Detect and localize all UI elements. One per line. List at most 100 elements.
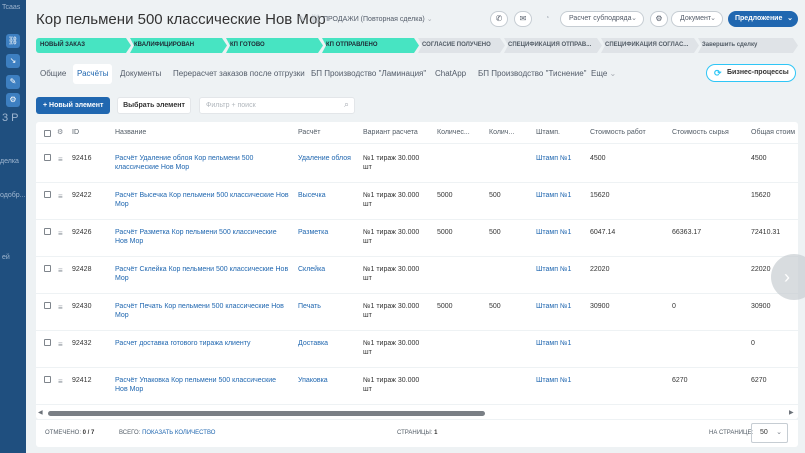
- template-select[interactable]: Расчет субподряда ⌄: [560, 11, 644, 27]
- cell-calc[interactable]: Доставка: [298, 339, 356, 348]
- row-actions-icon[interactable]: ≡: [58, 156, 65, 164]
- cell-name[interactable]: Расчёт Высечка Кор пельмени 500 классиче…: [115, 191, 290, 209]
- cell-stamp[interactable]: Штамп №1: [536, 154, 571, 163]
- row-actions-icon[interactable]: ≡: [58, 193, 65, 201]
- filter-search-input[interactable]: [206, 100, 332, 111]
- cell-stamp[interactable]: Штамп №1: [536, 339, 571, 348]
- cell-name[interactable]: Расчёт Упаковка Кор пельмени 500 классич…: [115, 376, 290, 394]
- row-checkbox[interactable]: [44, 265, 51, 272]
- stage-spec-sent[interactable]: СПЕЦИФИКАЦИЯ ОТПРАВ...: [504, 38, 602, 53]
- column-header-total-cost[interactable]: Общая стоим: [751, 122, 798, 144]
- cell-calc[interactable]: Печать: [298, 302, 356, 311]
- cell-calc[interactable]: Склейка: [298, 265, 356, 274]
- cell-calc[interactable]: Разметка: [298, 228, 356, 237]
- row-checkbox[interactable]: [44, 302, 51, 309]
- offer-button[interactable]: Предложение ⌄: [728, 11, 798, 27]
- cell-stamp[interactable]: Штамп №1: [536, 191, 571, 200]
- row-actions-icon[interactable]: ≡: [58, 378, 65, 386]
- tab-calculations[interactable]: Расчёты: [73, 64, 113, 84]
- table-row[interactable]: ≡ 92416 Расчёт Удаление облоя Кор пельмени…: [36, 146, 798, 183]
- settings-button[interactable]: ⚙: [650, 11, 668, 27]
- table-row[interactable]: ≡ 92428 Расчёт Склейка Кор пельмени 500 кл…: [36, 257, 798, 294]
- cell-calc[interactable]: Удаление облоя: [298, 154, 356, 163]
- table-row[interactable]: ≡ 92412 Расчёт Упаковка Кор пельмени 500 к…: [36, 368, 798, 405]
- row-checkbox[interactable]: [44, 191, 51, 198]
- document-select[interactable]: Документ ⌄: [671, 11, 723, 27]
- row-actions-icon[interactable]: ≡: [58, 304, 65, 312]
- row-checkbox[interactable]: [44, 154, 51, 161]
- stage-new-order[interactable]: НОВЫЙ ЗАКАЗ: [36, 38, 131, 53]
- offer-button-label: Предложение: [735, 15, 783, 22]
- tab-chatapp[interactable]: ChatApp: [431, 64, 470, 84]
- title-bar: Кор пельмени 500 классические Нов Мор ✎ …: [26, 0, 805, 38]
- cell-name[interactable]: Расчет доставка готового тиража клиенту: [115, 339, 290, 348]
- cell-total: 4500: [751, 155, 767, 162]
- column-header-calc[interactable]: Расчёт: [298, 122, 348, 144]
- scroll-left-icon[interactable]: ◀: [38, 409, 43, 416]
- column-header-qty1[interactable]: Количес...: [437, 122, 483, 144]
- copy-link-icon[interactable]: ⛓: [310, 14, 321, 25]
- calculations-grid: ⚙ ID Название Расчёт Вариант расчета Кол…: [36, 122, 798, 419]
- tab-more[interactable]: Еще ⌄: [587, 64, 620, 84]
- edit-pencil-icon[interactable]: ✎: [298, 14, 306, 25]
- page-size-select[interactable]: 50 ⌄: [751, 423, 788, 443]
- add-element-button[interactable]: + Новый элемент: [36, 97, 110, 114]
- tab-general[interactable]: Общие: [36, 64, 70, 84]
- choose-element-button[interactable]: Выбрать элемент: [117, 97, 191, 114]
- phone-button[interactable]: ✆: [490, 11, 508, 27]
- table-row[interactable]: ≡ 92426 Расчёт Разметка Кор пельмени 500 к…: [36, 220, 798, 257]
- stage-kp-sent[interactable]: КП ОТПРАВЛЕНО: [322, 38, 419, 53]
- stage-close-deal[interactable]: Завершить сделку: [698, 38, 798, 53]
- column-header-variant[interactable]: Вариант расчета: [363, 122, 433, 144]
- cell-name[interactable]: Расчёт Склейка Кор пельмени 500 классиче…: [115, 265, 290, 283]
- row-checkbox[interactable]: [44, 376, 51, 383]
- cell-stamp[interactable]: Штамп №1: [536, 265, 571, 274]
- cell-variant: №1 тираж 30.000 шт: [363, 155, 420, 171]
- cell-name[interactable]: Расчёт Печать Кор пельмени 500 классичес…: [115, 302, 290, 320]
- row-actions-icon[interactable]: ≡: [58, 341, 65, 349]
- column-header-id[interactable]: ID: [72, 122, 102, 144]
- column-settings-icon[interactable]: ⚙: [57, 122, 67, 144]
- row-actions-icon[interactable]: ≡: [58, 267, 65, 275]
- column-header-name[interactable]: Название: [115, 122, 215, 144]
- show-count-link[interactable]: ПОКАЗАТЬ КОЛИЧЕСТВО: [142, 430, 215, 436]
- table-row[interactable]: ≡ 92422 Расчёт Высечка Кор пельмени 500 кл…: [36, 183, 798, 220]
- cell-name[interactable]: Расчёт Удаление облоя Кор пельмени 500 к…: [115, 154, 290, 172]
- stage-kp-ready[interactable]: КП ГОТОВО: [226, 38, 323, 53]
- column-header-work-cost[interactable]: Стоимость работ: [590, 122, 660, 144]
- cell-stamp[interactable]: Штамп №1: [536, 376, 571, 385]
- template-select-value: Расчет субподряда: [569, 15, 632, 22]
- horizontal-scrollbar[interactable]: ◀ ▶: [36, 407, 798, 419]
- row-checkbox[interactable]: [44, 228, 51, 235]
- cell-stamp[interactable]: Штамп №1: [536, 228, 571, 237]
- email-button[interactable]: ✉: [514, 11, 532, 27]
- tab-bp-embossing[interactable]: БП Производство "Тиснение": [474, 64, 591, 84]
- tab-order-recalc[interactable]: Перерасчет заказов после отгрузки: [169, 64, 309, 84]
- cell-calc[interactable]: Упаковка: [298, 376, 356, 385]
- select-all-checkbox[interactable]: [44, 130, 51, 137]
- cell-stamp[interactable]: Штамп №1: [536, 302, 571, 311]
- stage-consent-received[interactable]: СОГЛАСИЕ ПОЛУЧЕНО: [418, 38, 505, 53]
- tab-documents[interactable]: Документы: [116, 64, 165, 84]
- business-processes-button[interactable]: ⟳ Бизнес-процессы: [706, 64, 796, 82]
- activity-button[interactable]: ◔: [538, 11, 556, 27]
- table-row[interactable]: ≡ 92432 Расчет доставка готового тиража кл…: [36, 331, 798, 368]
- cell-total: 22020: [751, 266, 771, 273]
- cell-calc[interactable]: Высечка: [298, 191, 356, 200]
- tab-bp-lamination[interactable]: БП Производство "Ламинация": [307, 64, 430, 84]
- stage-spec-agreed[interactable]: СПЕЦИФИКАЦИЯ СОГЛАС...: [601, 38, 699, 53]
- stage-qualified[interactable]: КВАЛИФИЦИРОВАН: [130, 38, 227, 53]
- scrollbar-thumb[interactable]: [48, 411, 485, 416]
- cell-name[interactable]: Расчёт Разметка Кор пельмени 500 классич…: [115, 228, 290, 246]
- column-header-raw-cost[interactable]: Стоимость сырья: [672, 122, 742, 144]
- search-icon[interactable]: ⌕: [344, 99, 349, 110]
- per-page-label: НА СТРАНИЦЕ:: [709, 430, 754, 436]
- row-checkbox[interactable]: [44, 339, 51, 346]
- table-row[interactable]: ≡ 92430 Расчёт Печать Кор пельмени 500 кла…: [36, 294, 798, 331]
- scroll-right-icon[interactable]: ▶: [789, 409, 794, 416]
- row-actions-icon[interactable]: ≡: [58, 230, 65, 238]
- column-header-qty2[interactable]: Колич...: [489, 122, 529, 144]
- edit-icon: ✎: [6, 75, 20, 89]
- deal-type-selector[interactable]: ПРОДАЖИ (Повторная сделка) ⌄: [323, 15, 433, 23]
- column-header-stamp[interactable]: Штамп.: [536, 122, 576, 144]
